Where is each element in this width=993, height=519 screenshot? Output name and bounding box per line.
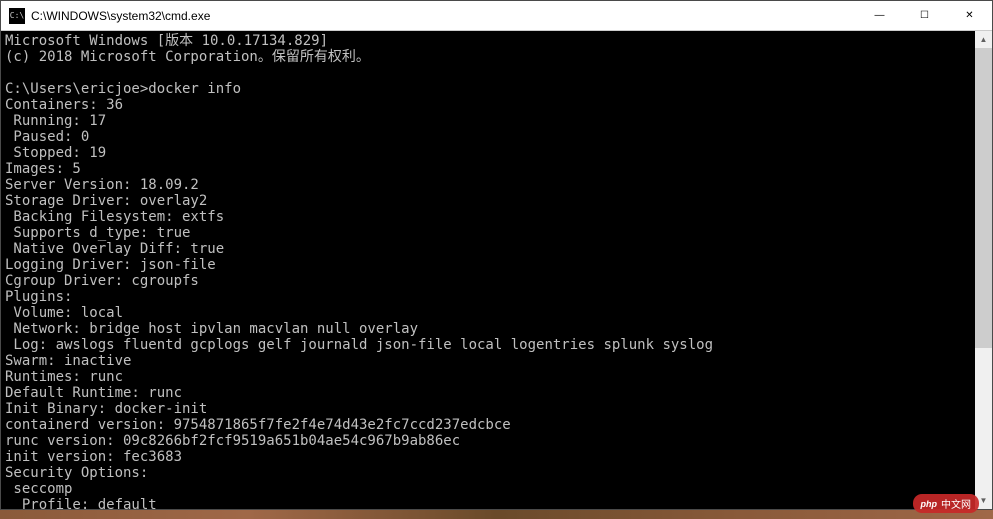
watermark-text: 中文网 xyxy=(941,496,971,511)
taskbar-sliver xyxy=(0,510,993,519)
scrollbar[interactable]: ▲ ▼ xyxy=(975,31,992,509)
maximize-button[interactable]: ☐ xyxy=(902,1,947,30)
terminal-wrap: Microsoft Windows [版本 10.0.17134.829] (c… xyxy=(1,31,992,509)
scroll-track[interactable] xyxy=(975,48,992,492)
cmd-window: C:\ C:\WINDOWS\system32\cmd.exe — ☐ ✕ Mi… xyxy=(0,0,993,510)
watermark-logo: php xyxy=(921,499,938,509)
minimize-button[interactable]: — xyxy=(857,1,902,30)
window-controls: — ☐ ✕ xyxy=(857,1,992,30)
window-title: C:\WINDOWS\system32\cmd.exe xyxy=(31,9,857,23)
scroll-thumb[interactable] xyxy=(975,48,992,348)
cmd-icon: C:\ xyxy=(9,8,25,24)
titlebar[interactable]: C:\ C:\WINDOWS\system32\cmd.exe — ☐ ✕ xyxy=(1,1,992,31)
scroll-up-button[interactable]: ▲ xyxy=(975,31,992,48)
watermark-badge: php 中文网 xyxy=(913,494,980,513)
close-button[interactable]: ✕ xyxy=(947,1,992,30)
terminal-output[interactable]: Microsoft Windows [版本 10.0.17134.829] (c… xyxy=(1,31,975,509)
